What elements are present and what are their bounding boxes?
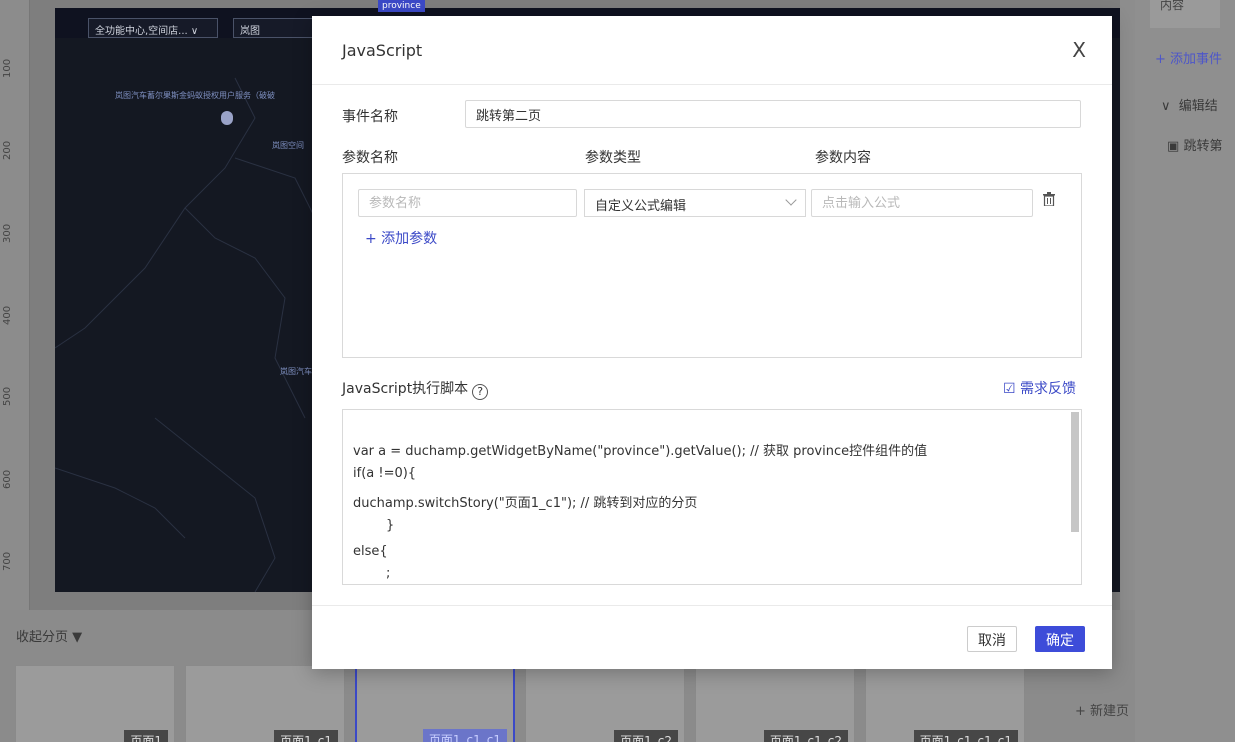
feedback-link[interactable]: ☑ 需求反馈 xyxy=(1003,378,1076,398)
tab-content[interactable]: 内容 xyxy=(1150,0,1220,28)
chevron-down-icon xyxy=(785,194,797,206)
dialog-header: JavaScript X xyxy=(312,16,1112,85)
right-panel: 内容 + 添加事件 ∨ 编辑结 ▣ 跳转第 xyxy=(1135,0,1235,742)
map-label: 岚图汽车 xyxy=(280,367,312,376)
ruler-tick: 700 xyxy=(2,551,13,571)
event-item[interactable]: ▣ 跳转第 xyxy=(1167,135,1222,154)
code-line: duchamp.switchStory("页面1_c1"); // 跳转到对应的… xyxy=(353,496,698,511)
code-line: ; xyxy=(353,566,391,581)
ruler-tick: 600 xyxy=(2,469,13,489)
page-thumbnail[interactable]: 页面1_c1_c2 xyxy=(695,665,855,742)
param-name-header: 参数名称 xyxy=(342,150,398,166)
code-line: var a = duchamp.getWidgetByName("provinc… xyxy=(353,444,928,459)
collapse-pages-button[interactable]: 收起分页 ▼ xyxy=(16,626,82,645)
page-thumbnail[interactable]: 页面1_c1 xyxy=(185,665,345,742)
ok-button[interactable]: 确定 xyxy=(1035,626,1085,652)
caret-down-icon: ▼ xyxy=(72,630,83,645)
add-event-button[interactable]: + 添加事件 xyxy=(1155,48,1222,67)
code-scrollbar[interactable] xyxy=(1071,412,1079,532)
javascript-dialog: JavaScript X 事件名称 参数名称 参数类型 参数内容 自定义公式编辑… xyxy=(312,16,1112,669)
edit-structure-toggle[interactable]: ∨ 编辑结 xyxy=(1161,95,1218,114)
chevron-down-icon: ∨ xyxy=(1161,99,1171,114)
page-thumbnail-active[interactable]: 页面1_c1_c1 xyxy=(355,665,515,742)
edit-icon: ☑ xyxy=(1002,381,1016,397)
help-icon[interactable]: ? xyxy=(472,384,489,400)
ruler-tick: 400 xyxy=(2,305,13,325)
page-thumbnail[interactable]: 页面1 xyxy=(15,665,175,742)
param-name-input[interactable] xyxy=(358,189,577,217)
page-thumbnail[interactable]: 页面1_c2 xyxy=(525,665,685,742)
param-content-input[interactable] xyxy=(811,189,1033,217)
event-name-label: 事件名称 xyxy=(342,109,398,125)
dialog-title: JavaScript xyxy=(342,41,423,60)
dialog-footer: 取消 确定 xyxy=(312,605,1112,669)
new-page-button[interactable]: + 新建页 xyxy=(1075,700,1129,719)
params-list: 自定义公式编辑 + 添加参数 xyxy=(342,173,1082,358)
province-widget-tag: province xyxy=(378,0,425,12)
map-brand-select[interactable]: 岚图 xyxy=(233,18,313,38)
page-thumbnail[interactable]: 页面1_c1_c1_c1 xyxy=(865,665,1025,742)
trash-icon[interactable] xyxy=(1043,192,1055,206)
add-param-button[interactable]: + 添加参数 xyxy=(365,228,437,248)
js-code-editor[interactable]: var a = duchamp.getWidgetByName("provinc… xyxy=(342,409,1082,585)
vertical-ruler: 100 200 300 400 500 600 700 xyxy=(0,0,30,610)
event-name-input[interactable] xyxy=(465,100,1081,128)
code-line: } xyxy=(353,518,395,533)
page-icon: ▣ xyxy=(1167,139,1180,154)
ruler-tick: 100 xyxy=(2,58,13,78)
code-line: else{ xyxy=(353,544,388,559)
code-line: if(a !=0){ xyxy=(353,466,417,481)
param-type-header: 参数类型 xyxy=(585,150,641,166)
js-script-label: JavaScript执行脚本? xyxy=(342,378,489,400)
map-pin-icon[interactable] xyxy=(221,111,233,125)
ruler-tick: 300 xyxy=(2,223,13,243)
ruler-tick: 200 xyxy=(2,140,13,160)
cancel-button[interactable]: 取消 xyxy=(967,626,1017,652)
map-label: 岚图汽车蓄尔果斯金蚂蚁授权用户服务（破破 xyxy=(115,91,275,100)
param-content-header: 参数内容 xyxy=(815,150,871,166)
param-type-select[interactable]: 自定义公式编辑 xyxy=(584,189,806,217)
map-label: 岚图空间 xyxy=(272,141,304,150)
map-store-select[interactable]: 全功能中心,空间店... ∨ xyxy=(88,18,218,38)
close-icon[interactable]: X xyxy=(1072,38,1086,62)
ruler-tick: 500 xyxy=(2,386,13,406)
